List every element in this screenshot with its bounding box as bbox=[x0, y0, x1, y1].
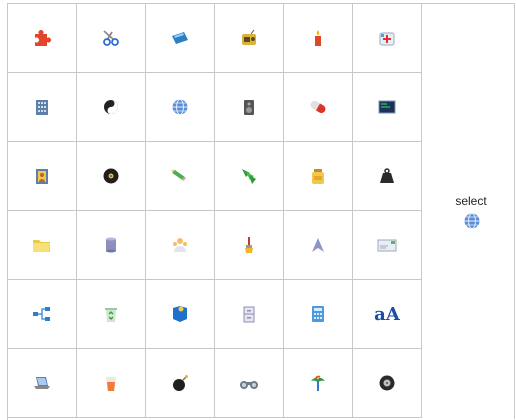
grid-cell-terminal[interactable] bbox=[353, 73, 422, 142]
grid-cell-vinyl[interactable] bbox=[77, 142, 146, 211]
grid-cell-yin-yang[interactable] bbox=[77, 73, 146, 142]
globe-icon bbox=[170, 97, 190, 117]
grid-cell-network[interactable] bbox=[8, 280, 77, 349]
grid-cell-shark-fin[interactable] bbox=[284, 211, 353, 280]
grid-cell-radio[interactable] bbox=[215, 4, 284, 73]
icon-grid: aA bbox=[7, 3, 428, 420]
paint-brush-icon bbox=[239, 235, 259, 255]
select-label: select bbox=[455, 194, 487, 208]
vinyl-record-icon bbox=[101, 166, 121, 186]
grid-cell-binoculars[interactable] bbox=[215, 349, 284, 418]
bomb-icon bbox=[170, 373, 190, 393]
terminal-icon bbox=[377, 97, 397, 117]
grid-cell-database[interactable] bbox=[77, 211, 146, 280]
recycle-bin-icon bbox=[101, 304, 121, 324]
laptop-icon bbox=[31, 373, 53, 393]
grid-cell-first-aid[interactable] bbox=[353, 4, 422, 73]
pill-icon bbox=[307, 97, 329, 117]
grid-cell-laptop[interactable] bbox=[8, 349, 77, 418]
grid-cell-font[interactable]: aA bbox=[353, 280, 422, 349]
binoculars-icon bbox=[238, 373, 260, 393]
pencil-icon bbox=[169, 166, 191, 186]
grid-cell-pill[interactable] bbox=[284, 73, 353, 142]
grid-cell-pencil[interactable] bbox=[146, 142, 215, 211]
font-icon: aA bbox=[374, 303, 400, 325]
grid-cell-puzzle[interactable] bbox=[8, 4, 77, 73]
grid-cell-folder[interactable] bbox=[8, 211, 77, 280]
mail-icon bbox=[376, 235, 398, 255]
filing-cabinet-icon bbox=[239, 304, 259, 324]
honey-jar-icon bbox=[308, 166, 328, 186]
network-icon bbox=[31, 304, 53, 324]
shark-fin-icon bbox=[308, 235, 328, 255]
grid-cell-palm-tree[interactable] bbox=[284, 349, 353, 418]
user-group-icon bbox=[170, 235, 190, 255]
grid-cell-filing-cabinet[interactable] bbox=[215, 280, 284, 349]
juice-glass-icon bbox=[101, 373, 121, 393]
grid-cell-info-book[interactable] bbox=[146, 280, 215, 349]
grid-cell-recycle-bin[interactable] bbox=[77, 280, 146, 349]
grid-cell-scanner[interactable] bbox=[146, 4, 215, 73]
grid-cell-paint-brush[interactable] bbox=[215, 211, 284, 280]
selected-globe-icon[interactable] bbox=[462, 211, 482, 231]
grid-cell-user-group[interactable] bbox=[146, 211, 215, 280]
grid-cell-honey-jar[interactable] bbox=[284, 142, 353, 211]
candle-icon bbox=[308, 28, 328, 48]
grid-cell-weight[interactable] bbox=[353, 142, 422, 211]
grid-cell-portrait[interactable] bbox=[8, 142, 77, 211]
grid-cell-juice-glass[interactable] bbox=[77, 349, 146, 418]
scissors-icon bbox=[101, 28, 121, 48]
grid-cell-mail[interactable] bbox=[353, 211, 422, 280]
weight-icon bbox=[377, 166, 397, 186]
grid-cell-building[interactable] bbox=[8, 73, 77, 142]
yin-yang-icon bbox=[101, 97, 121, 117]
speaker-icon bbox=[239, 97, 259, 117]
grid-cell-scissors[interactable] bbox=[77, 4, 146, 73]
radio-icon bbox=[239, 28, 259, 48]
grid-cell-globe[interactable] bbox=[146, 73, 215, 142]
grid-cell-bomb[interactable] bbox=[146, 349, 215, 418]
first-aid-kit-icon bbox=[377, 28, 397, 48]
grid-cell-candle[interactable] bbox=[284, 4, 353, 73]
database-icon bbox=[101, 235, 121, 255]
building-icon bbox=[32, 97, 52, 117]
scanner-icon bbox=[170, 28, 190, 48]
grid-cell-bookmark-arrows[interactable] bbox=[215, 142, 284, 211]
folder-icon bbox=[31, 235, 53, 255]
info-book-icon bbox=[170, 304, 190, 324]
puzzle-icon bbox=[32, 28, 52, 48]
bookmark-arrows-icon bbox=[239, 166, 259, 186]
grid-cell-calculator[interactable] bbox=[284, 280, 353, 349]
palm-tree-icon bbox=[307, 373, 329, 393]
tire-icon bbox=[377, 373, 397, 393]
grid-cell-speaker[interactable] bbox=[215, 73, 284, 142]
calculator-icon bbox=[308, 304, 328, 324]
grid-cell-tire[interactable] bbox=[353, 349, 422, 418]
portrait-icon bbox=[32, 166, 52, 186]
